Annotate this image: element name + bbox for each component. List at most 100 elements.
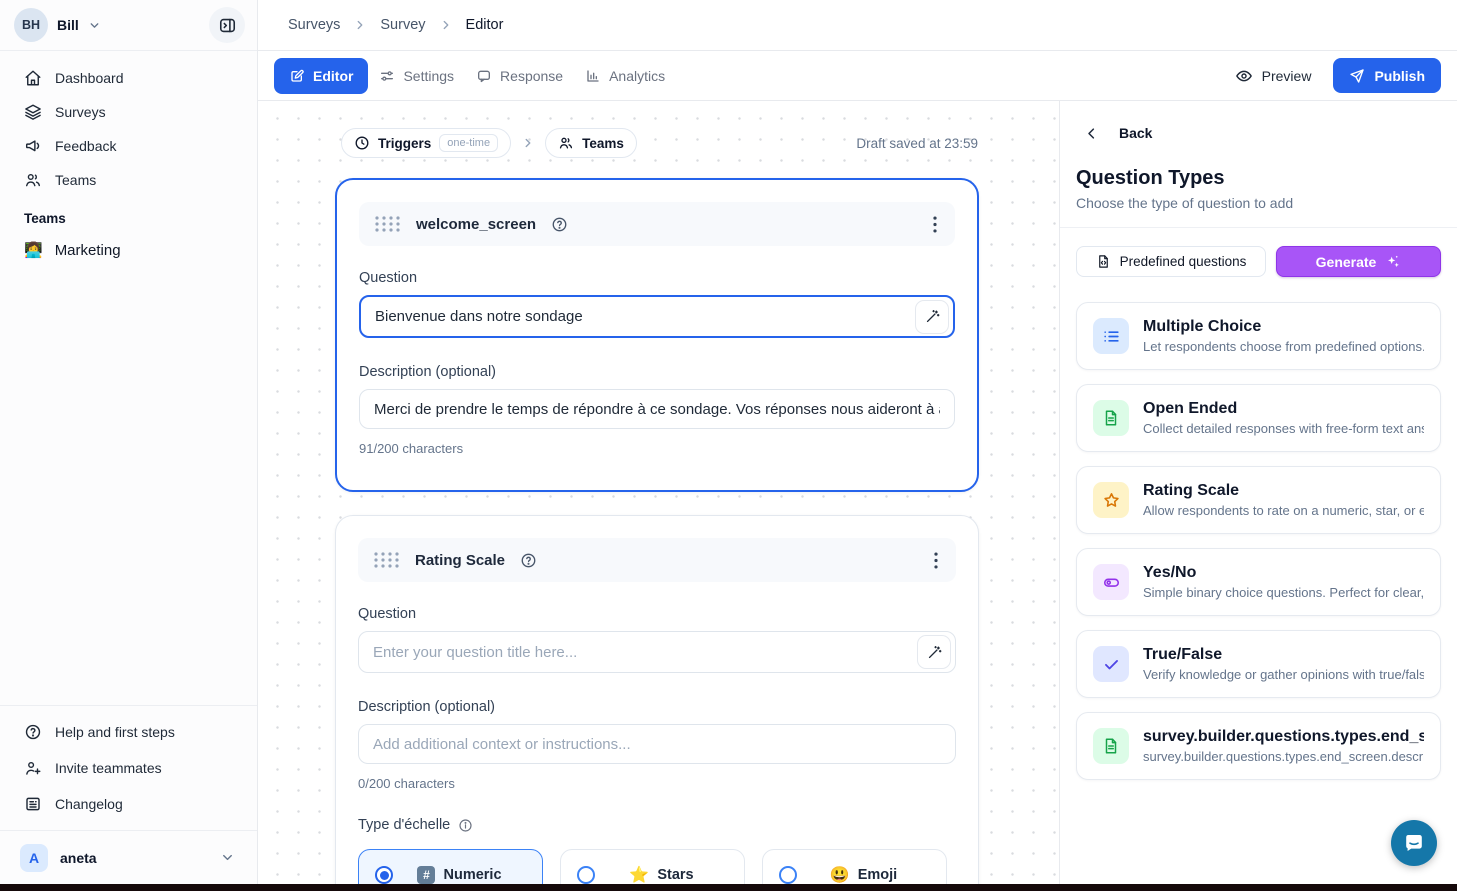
chevron-left-icon — [1084, 126, 1099, 141]
magic-wand-button[interactable] — [915, 300, 949, 334]
predefined-questions-label: Predefined questions — [1120, 254, 1247, 269]
help-circle-icon[interactable] — [551, 216, 568, 233]
chevron-right-icon — [439, 18, 453, 32]
type-title: True/False — [1143, 646, 1424, 664]
description-input-wrap — [358, 724, 956, 764]
question-card-rating-scale[interactable]: Rating Scale Question Description (optio… — [335, 515, 979, 884]
clock-icon — [354, 135, 370, 151]
breadcrumb-editor[interactable]: Editor — [466, 17, 504, 33]
chevron-right-icon — [521, 136, 535, 150]
magic-wand-button[interactable] — [917, 635, 951, 669]
teams-section-label: Teams — [0, 197, 257, 232]
description-input[interactable] — [359, 725, 955, 763]
type-title: Multiple Choice — [1143, 318, 1424, 336]
type-card-yes-no[interactable]: Yes/No Simple binary choice questions. P… — [1076, 548, 1441, 616]
sparkles-icon — [1385, 254, 1401, 270]
question-input[interactable] — [359, 632, 955, 672]
tab-settings[interactable]: Settings — [368, 58, 465, 94]
triggers-chip[interactable]: Triggers one-time — [341, 128, 511, 158]
sidebar-item-feedback[interactable]: Feedback — [0, 129, 257, 163]
invite-teammates-link[interactable]: Invite teammates — [0, 750, 257, 786]
help-circle-icon — [24, 723, 42, 741]
sidebar-item-marketing[interactable]: 👩‍💻 Marketing — [0, 232, 257, 268]
card-menu-icon[interactable] — [929, 212, 941, 237]
sidebar-item-teams[interactable]: Teams — [0, 163, 257, 197]
team-name: Marketing — [55, 242, 121, 259]
org-name: aneta — [60, 850, 97, 866]
scale-option-numeric[interactable]: # Numeric — [358, 849, 543, 884]
description-label: Description (optional) — [359, 364, 955, 380]
avatar: BH — [14, 8, 48, 42]
tab-analytics[interactable]: Analytics — [574, 58, 676, 94]
info-icon[interactable] — [458, 818, 473, 833]
scale-option-stars[interactable]: ⭐ Stars — [560, 849, 745, 884]
question-input-wrap — [358, 631, 956, 673]
workspace-switcher[interactable]: BH Bill — [0, 0, 257, 51]
sidebar-item-label: Dashboard — [55, 70, 124, 86]
breadcrumb: Surveys Survey Editor — [258, 0, 1457, 51]
type-card-multiple-choice[interactable]: Multiple Choice Let respondents choose f… — [1076, 302, 1441, 370]
scale-type-label: Type d'échelle — [358, 817, 956, 833]
check-icon — [1093, 646, 1129, 682]
card-menu-icon[interactable] — [930, 548, 942, 573]
question-types-panel: Back Question Types Choose the type of q… — [1059, 101, 1457, 884]
chat-bubble-icon — [1402, 831, 1426, 855]
breadcrumb-survey[interactable]: Survey — [380, 17, 425, 33]
type-description: Let respondents choose from predefined o… — [1143, 339, 1424, 354]
drag-handle-icon[interactable] — [372, 550, 400, 570]
list-icon — [1093, 318, 1129, 354]
survey-canvas: Triggers one-time Teams Draft saved at 2… — [258, 101, 1059, 884]
description-label: Description (optional) — [358, 699, 956, 715]
option-label: Emoji — [858, 867, 897, 883]
description-input[interactable] — [360, 390, 954, 428]
help-circle-icon[interactable] — [520, 552, 537, 569]
collapse-sidebar-button[interactable] — [209, 7, 245, 43]
type-card-end-screen[interactable]: survey.builder.questions.types.end_scr..… — [1076, 712, 1441, 780]
editor-toolbar: Editor Settings Response Analytics Previ… — [258, 51, 1457, 101]
user-plus-icon — [24, 759, 42, 777]
type-card-rating-scale[interactable]: Rating Scale Allow respondents to rate o… — [1076, 466, 1441, 534]
file-code-icon — [1096, 254, 1111, 269]
preview-button[interactable]: Preview — [1235, 67, 1312, 85]
scale-option-emoji[interactable]: 😃 Emoji — [762, 849, 947, 884]
question-card-header: welcome_screen — [359, 202, 955, 246]
question-card-welcome-screen[interactable]: welcome_screen Question Description (opt… — [335, 178, 979, 492]
question-input[interactable] — [361, 297, 953, 336]
chevron-right-icon — [353, 18, 367, 32]
file-text-icon — [1093, 728, 1129, 764]
radio-selected-icon — [375, 866, 393, 884]
generate-button[interactable]: Generate — [1276, 246, 1441, 277]
changelog-link[interactable]: Changelog — [0, 786, 257, 822]
bar-chart-icon — [585, 68, 601, 84]
workspace-name: Bill — [57, 17, 79, 33]
footer-item-label: Invite teammates — [55, 760, 162, 776]
tab-label: Response — [500, 68, 563, 84]
drag-handle-icon[interactable] — [373, 214, 401, 234]
sidebar-item-dashboard[interactable]: Dashboard — [0, 61, 257, 95]
preview-label: Preview — [1262, 68, 1312, 84]
tab-editor[interactable]: Editor — [274, 58, 368, 94]
character-count: 0/200 characters — [358, 776, 956, 791]
question-label: Question — [359, 270, 955, 286]
tab-label: Editor — [313, 68, 353, 84]
sidebar-item-label: Feedback — [55, 138, 116, 154]
type-card-open-ended[interactable]: Open Ended Collect detailed responses wi… — [1076, 384, 1441, 452]
tab-response[interactable]: Response — [465, 58, 574, 94]
predefined-questions-button[interactable]: Predefined questions — [1076, 246, 1266, 277]
wand-icon — [926, 644, 943, 661]
triggers-label: Triggers — [378, 136, 431, 151]
support-chat-button[interactable] — [1391, 820, 1437, 866]
publish-label: Publish — [1374, 68, 1425, 84]
sidebar-item-surveys[interactable]: Surveys — [0, 95, 257, 129]
chat-icon — [476, 68, 492, 84]
sidebar-item-label: Surveys — [55, 104, 106, 120]
org-switcher[interactable]: A aneta — [0, 830, 257, 884]
question-label: Question — [358, 606, 956, 622]
type-card-true-false[interactable]: True/False Verify knowledge or gather op… — [1076, 630, 1441, 698]
option-label: Stars — [657, 867, 693, 883]
breadcrumb-surveys[interactable]: Surveys — [288, 17, 340, 33]
teams-chip[interactable]: Teams — [545, 128, 637, 158]
help-link[interactable]: Help and first steps — [0, 714, 257, 750]
publish-button[interactable]: Publish — [1333, 58, 1441, 93]
back-button[interactable]: Back — [1084, 125, 1152, 141]
